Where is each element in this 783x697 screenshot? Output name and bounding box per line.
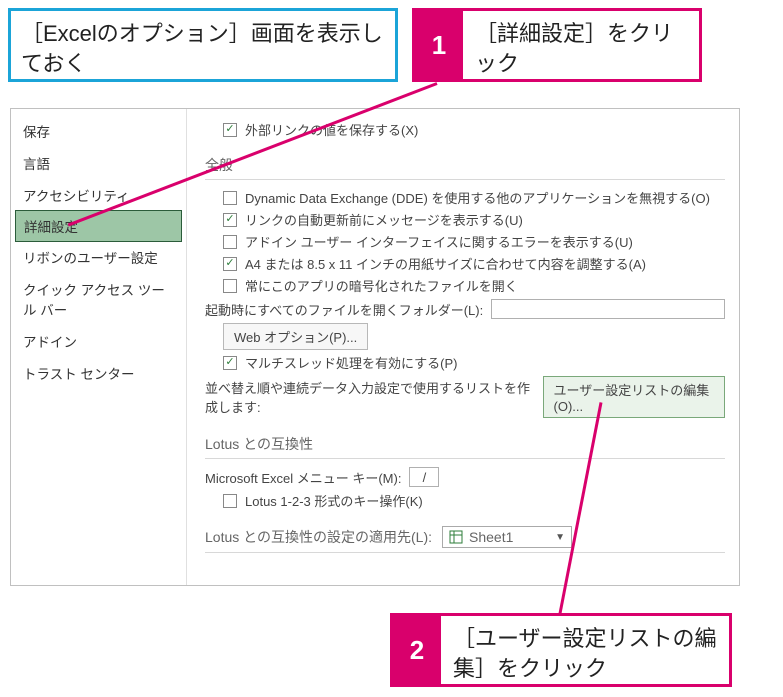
sidebar-item-customize-ribbon[interactable]: リボンのユーザー設定 xyxy=(11,241,186,273)
option-label: A4 または 8.5 x 11 インチの用紙サイズに合わせて内容を調整する(A) xyxy=(245,254,646,273)
section-lotus-compat: Lotus との互換性 xyxy=(205,428,725,459)
checkbox-addin-errors[interactable] xyxy=(223,235,237,249)
sidebar-item-label: 保存 xyxy=(23,125,50,140)
option-label: 常にこのアプリの暗号化されたファイルを開く xyxy=(245,276,518,295)
option-label: 並べ替え順や連続データ入力設定で使用するリストを作成します: xyxy=(205,378,535,416)
option-label: アドイン ユーザー インターフェイスに関するエラーを表示する(U) xyxy=(245,232,633,251)
sidebar-item-save[interactable]: 保存 xyxy=(11,115,186,147)
sidebar-item-quick-access[interactable]: クイック アクセス ツール バー xyxy=(11,273,186,325)
instruction-callout-2: 2 ［ユーザー設定リストの編集］をクリック xyxy=(390,613,732,687)
option-dde: Dynamic Data Exchange (DDE) を使用する他のアプリケー… xyxy=(223,188,725,207)
step-text: ［詳細設定］をクリック xyxy=(463,11,699,79)
lotus-target-dropdown[interactable]: Sheet1 ▼ xyxy=(442,526,572,548)
startup-folder-input[interactable] xyxy=(491,299,725,319)
sidebar-item-label: リボンのユーザー設定 xyxy=(23,251,158,266)
checkbox-encrypted[interactable] xyxy=(223,279,237,293)
option-paper-size: A4 または 8.5 x 11 インチの用紙サイズに合わせて内容を調整する(A) xyxy=(223,254,725,273)
options-sidebar: 保存 言語 アクセシビリティ 詳細設定 リボンのユーザー設定 クイック アクセス… xyxy=(11,109,187,585)
web-options-row: Web オプション(P)... xyxy=(223,323,725,350)
custom-list-row: 並べ替え順や連続データ入力設定で使用するリストを作成します: ユーザー設定リスト… xyxy=(205,376,725,418)
step-number: 1 xyxy=(415,11,463,79)
options-main-panel: 外部リンクの値を保存する(X) 全般 Dynamic Data Exchange… xyxy=(187,109,739,585)
checkbox-dde[interactable] xyxy=(223,191,237,205)
checkbox-paper-size[interactable] xyxy=(223,257,237,271)
option-label: Microsoft Excel メニュー キー(M): xyxy=(205,468,401,487)
checkbox-multithread[interactable] xyxy=(223,356,237,370)
dropdown-value: Sheet1 xyxy=(469,529,513,545)
excel-options-dialog: 保存 言語 アクセシビリティ 詳細設定 リボンのユーザー設定 クイック アクセス… xyxy=(10,108,740,586)
section-label: Lotus との互換性の設定の適用先(L): xyxy=(205,527,432,547)
option-startup-folder: 起動時にすべてのファイルを開くフォルダー(L): xyxy=(205,299,725,319)
sidebar-item-label: トラスト センター xyxy=(23,367,134,382)
sidebar-item-language[interactable]: 言語 xyxy=(11,147,186,179)
sidebar-item-label: アクセシビリティ xyxy=(23,189,130,204)
step-number: 2 xyxy=(393,616,441,684)
edit-custom-lists-button[interactable]: ユーザー設定リストの編集(O)... xyxy=(543,376,725,418)
section-lotus-target: Lotus との互換性の設定の適用先(L): Sheet1 ▼ xyxy=(205,520,725,553)
option-label: 起動時にすべてのファイルを開くフォルダー(L): xyxy=(205,300,483,319)
checkbox-autoupdate[interactable] xyxy=(223,213,237,227)
sidebar-item-addins[interactable]: アドイン xyxy=(11,325,186,357)
step-text: ［ユーザー設定リストの編集］をクリック xyxy=(441,616,729,684)
sidebar-item-trust-center[interactable]: トラスト センター xyxy=(11,357,186,389)
checkbox-lotus123[interactable] xyxy=(223,494,237,508)
web-options-button[interactable]: Web オプション(P)... xyxy=(223,323,368,350)
menu-key-input[interactable]: / xyxy=(409,467,439,487)
option-label: Lotus 1-2-3 形式のキー操作(K) xyxy=(245,491,423,510)
option-multithread: マルチスレッド処理を有効にする(P) xyxy=(223,353,725,372)
option-encrypted: 常にこのアプリの暗号化されたファイルを開く xyxy=(223,276,725,295)
sidebar-item-label: 言語 xyxy=(23,157,50,172)
option-label: マルチスレッド処理を有効にする(P) xyxy=(245,353,457,372)
instruction-callout-blue: ［Excelのオプション］画面を表示しておく xyxy=(8,8,398,82)
sheet-icon xyxy=(449,530,463,544)
sidebar-item-label: クイック アクセス ツール バー xyxy=(23,283,165,318)
option-autoupdate: リンクの自動更新前にメッセージを表示する(U) xyxy=(223,210,725,229)
instruction-callout-1: 1 ［詳細設定］をクリック xyxy=(412,8,702,82)
button-label: Web オプション(P)... xyxy=(234,330,357,345)
chevron-down-icon: ▼ xyxy=(555,532,565,543)
input-value: / xyxy=(423,470,427,485)
option-lotus123: Lotus 1-2-3 形式のキー操作(K) xyxy=(223,491,725,510)
sidebar-item-label: アドイン xyxy=(23,335,77,350)
option-addin-errors: アドイン ユーザー インターフェイスに関するエラーを表示する(U) xyxy=(223,232,725,251)
checkbox-external-links[interactable] xyxy=(223,123,237,137)
button-label: ユーザー設定リストの編集(O)... xyxy=(554,383,710,414)
lotus-menu-key-row: Microsoft Excel メニュー キー(M): / xyxy=(205,467,725,487)
option-label: Dynamic Data Exchange (DDE) を使用する他のアプリケー… xyxy=(245,188,710,207)
option-label: リンクの自動更新前にメッセージを表示する(U) xyxy=(245,210,523,229)
callout-text: ［Excelのオプション］画面を表示しておく xyxy=(21,21,383,76)
sidebar-item-accessibility[interactable]: アクセシビリティ xyxy=(11,179,186,211)
section-general: 全般 xyxy=(205,149,725,180)
